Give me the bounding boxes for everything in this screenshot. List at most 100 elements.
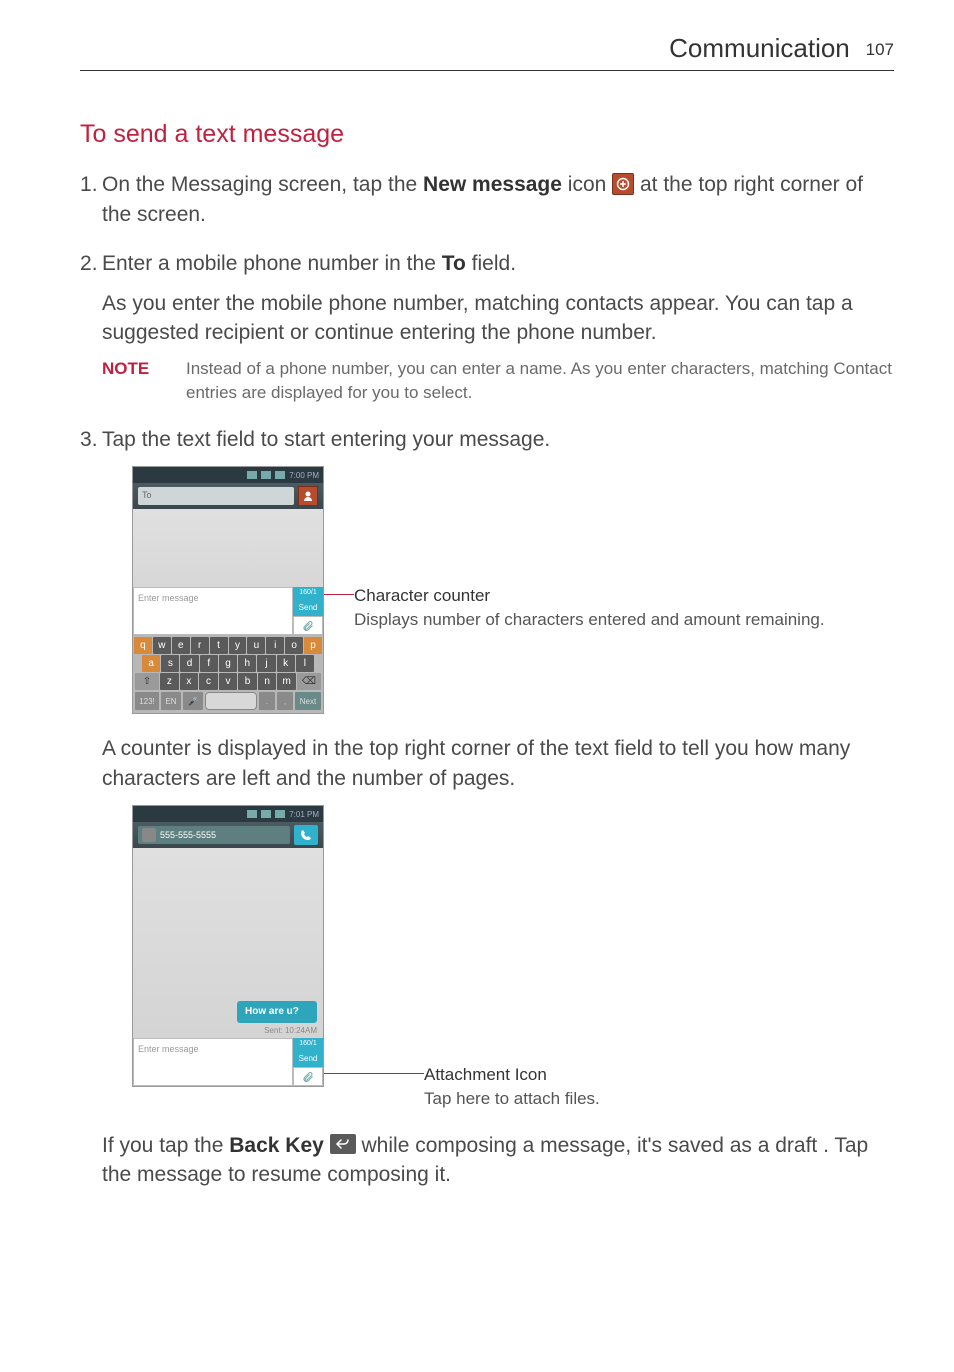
message-input-2[interactable]: Enter message [133, 1038, 293, 1086]
kb-q[interactable]: q [134, 637, 152, 654]
signal-icon [247, 471, 257, 479]
signal-icon [247, 810, 257, 818]
kb-t[interactable]: t [210, 637, 228, 654]
message-entry-2: Enter message 160/1 Send [133, 1038, 323, 1086]
sent-message: How are u? Sent: 10:24AM [149, 1001, 317, 1036]
kb-e[interactable]: e [172, 637, 190, 654]
kb-r[interactable]: r [191, 637, 209, 654]
step3-text: Tap the text field to start entering you… [102, 425, 894, 454]
page-number: 107 [866, 40, 894, 59]
section-title: To send a text message [80, 117, 894, 152]
steps-list: On the Messaging screen, tap the New mes… [80, 170, 894, 1189]
kb-k[interactable]: k [277, 655, 295, 672]
annotation-2: Attachment Icon Tap here to attach files… [424, 1063, 600, 1111]
annotation-1: Character counter Displays number of cha… [354, 584, 825, 632]
kb-shift[interactable]: ⇧ [135, 673, 159, 690]
conversation-area-2: How are u? Sent: 10:24AM [133, 848, 323, 1038]
to-bar: To [133, 483, 323, 509]
kb-backspace[interactable]: ⌫ [297, 673, 321, 690]
to-input[interactable]: To [138, 487, 294, 505]
kb-numbers[interactable]: 123! [135, 692, 159, 710]
kb-i[interactable]: i [266, 637, 284, 654]
sent-timestamp: Sent: 10:24AM [149, 1025, 317, 1036]
step1-new-message-term: New message [423, 173, 562, 196]
send-button-2[interactable]: Send [293, 1050, 323, 1067]
note-label: NOTE [102, 357, 186, 405]
kb-y[interactable]: y [229, 637, 247, 654]
kb-v[interactable]: v [219, 673, 238, 690]
kb-l[interactable]: l [296, 655, 314, 672]
kb-n[interactable]: n [258, 673, 277, 690]
attach-button-2[interactable] [293, 1067, 323, 1086]
avatar-icon [142, 828, 156, 842]
figure-1: 7:00 PM To Enter message 160/1 Send [132, 466, 894, 714]
backpara-pre: If you tap the [102, 1134, 229, 1157]
kb-z[interactable]: z [160, 673, 179, 690]
character-counter: 160/1 [293, 587, 323, 599]
add-contact-button[interactable] [298, 486, 318, 506]
kb-d[interactable]: d [180, 655, 198, 672]
conversation-area [133, 509, 323, 587]
step3-followup: A counter is displayed in the top right … [102, 734, 894, 793]
kb-b[interactable]: b [238, 673, 257, 690]
back-key-term: Back Key [229, 1134, 324, 1157]
status-time-2: 7:01 PM [289, 809, 319, 820]
kb-m[interactable]: m [277, 673, 296, 690]
wifi-icon [261, 810, 271, 818]
annot1-title: Character counter [354, 584, 825, 608]
battery-icon [275, 471, 285, 479]
kb-lang[interactable]: EN [161, 692, 181, 710]
kb-h[interactable]: h [238, 655, 256, 672]
status-bar-2: 7:01 PM [133, 806, 323, 822]
annot1-desc: Displays number of characters entered an… [354, 608, 825, 632]
kb-j[interactable]: j [257, 655, 275, 672]
status-time: 7:00 PM [289, 470, 319, 481]
message-entry: Enter message 160/1 Send [133, 587, 323, 635]
kb-comma[interactable]: , [277, 692, 293, 710]
kb-f[interactable]: f [200, 655, 218, 672]
running-header: Communication 107 [80, 30, 894, 71]
bubble-text: How are u? [237, 1001, 317, 1023]
step-2: Enter a mobile phone number in the To fi… [80, 249, 894, 405]
message-input[interactable]: Enter message [133, 587, 293, 635]
kb-space[interactable] [205, 692, 257, 710]
step2-to-term: To [442, 252, 466, 275]
annot2-desc: Tap here to attach files. [424, 1087, 600, 1111]
chapter-title: Communication [669, 33, 850, 63]
kb-w[interactable]: w [153, 637, 171, 654]
step2-post: field. [472, 252, 516, 275]
keyboard: q w e r t y u i o p a s d [133, 635, 323, 713]
to-bar-2: 555-555-5555 [133, 822, 323, 848]
kb-dot[interactable]: . [259, 692, 275, 710]
kb-x[interactable]: x [180, 673, 199, 690]
status-bar: 7:00 PM [133, 467, 323, 483]
kb-mic[interactable]: 🎤 [183, 692, 203, 710]
back-key-icon [330, 1134, 356, 1154]
kb-next[interactable]: Next [295, 692, 321, 710]
note-body: Instead of a phone number, you can enter… [186, 357, 894, 405]
step-3: Tap the text field to start entering you… [80, 425, 894, 1190]
annot2-title: Attachment Icon [424, 1063, 600, 1087]
contact-number: 555-555-5555 [160, 829, 216, 842]
callout-line-1 [324, 594, 354, 595]
figure-2: 7:01 PM 555-555-5555 How are u? Sent: 10… [132, 805, 894, 1111]
step2-pre: Enter a mobile phone number in the [102, 252, 442, 275]
step2-para2: As you enter the mobile phone number, ma… [102, 289, 894, 348]
send-button[interactable]: Send [293, 599, 323, 616]
note-block: NOTE Instead of a phone number, you can … [102, 357, 894, 405]
kb-o[interactable]: o [285, 637, 303, 654]
attach-button[interactable] [293, 616, 323, 635]
kb-u[interactable]: u [247, 637, 265, 654]
kb-s[interactable]: s [161, 655, 179, 672]
call-button[interactable] [294, 825, 318, 845]
phone-mockup-1: 7:00 PM To Enter message 160/1 Send [132, 466, 324, 714]
phone-mockup-2: 7:01 PM 555-555-5555 How are u? Sent: 10… [132, 805, 324, 1087]
step1-mid: icon [568, 173, 612, 196]
kb-c[interactable]: c [199, 673, 218, 690]
kb-p[interactable]: p [304, 637, 322, 654]
character-counter-2: 160/1 [293, 1038, 323, 1050]
kb-a[interactable]: a [142, 655, 160, 672]
kb-g[interactable]: g [219, 655, 237, 672]
callout-line-2 [324, 1073, 424, 1074]
contact-chip[interactable]: 555-555-5555 [138, 826, 290, 844]
